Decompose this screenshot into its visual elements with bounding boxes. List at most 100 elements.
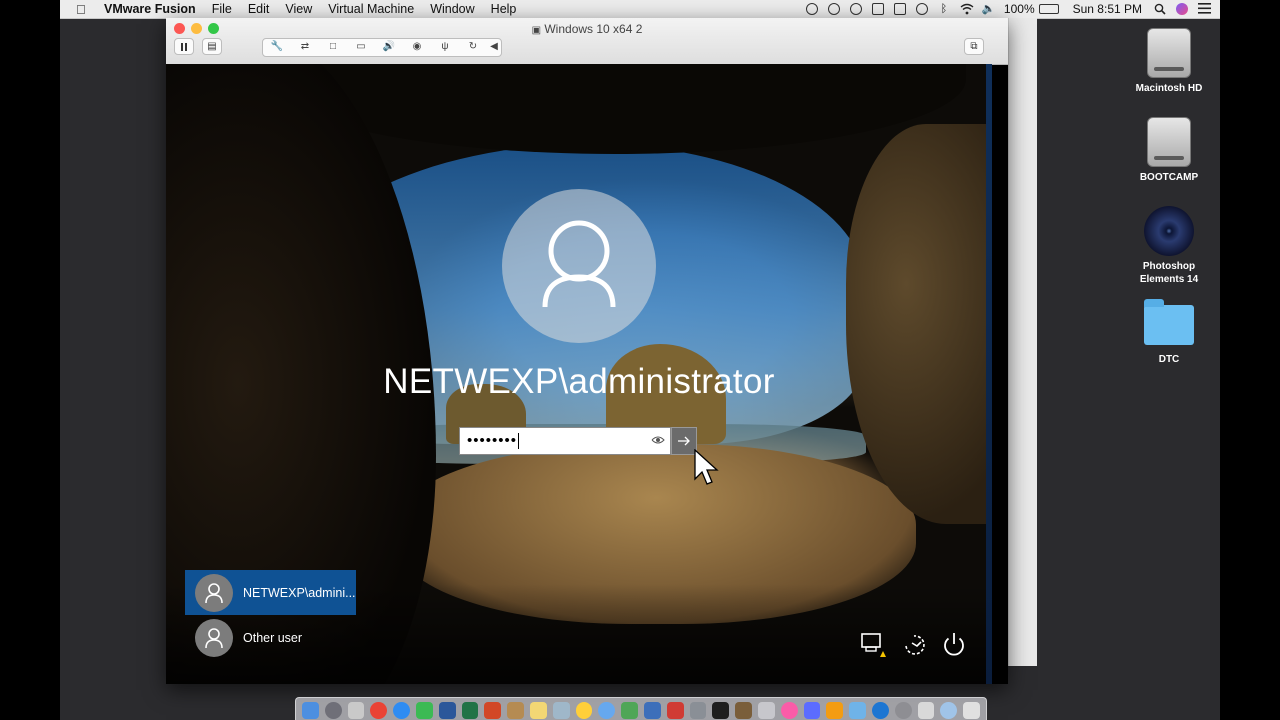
facetime-icon[interactable] xyxy=(621,701,638,719)
battery-icon[interactable] xyxy=(1038,4,1059,14)
google-drive-icon[interactable] xyxy=(415,701,433,719)
network-warning-icon[interactable] xyxy=(860,630,888,658)
user-tile-label: NETWEXP\admini... xyxy=(243,585,356,600)
floppy-icon[interactable]: □ xyxy=(319,39,347,54)
record-status-icon[interactable] xyxy=(805,3,818,15)
login-username: NETWEXP\administrator xyxy=(383,362,775,401)
itunes-icon[interactable] xyxy=(780,701,798,719)
menu-view[interactable]: View xyxy=(285,2,312,16)
desktop-icon-label: Macintosh HD xyxy=(1135,83,1203,94)
hard-drive-icon xyxy=(1147,28,1191,78)
apple-menu-icon[interactable]:  xyxy=(76,2,90,17)
mac-desktop:  VMware Fusion File Edit View Virtual M… xyxy=(60,0,1220,720)
toolbar-collapse-arrow-icon[interactable]: ◀ xyxy=(487,39,501,54)
system-preferences-icon[interactable] xyxy=(894,701,912,719)
desktop-icon-bootcamp[interactable]: BOOTCAMP xyxy=(1119,117,1219,184)
ibooks-icon[interactable] xyxy=(803,701,821,719)
ease-of-access-icon[interactable] xyxy=(900,630,928,658)
notification-center-icon[interactable] xyxy=(1198,3,1211,15)
app-store-icon[interactable] xyxy=(849,701,866,719)
chrome-icon[interactable] xyxy=(370,701,388,719)
siri-icon[interactable] xyxy=(1176,3,1188,15)
network-arrows-icon[interactable]: ⇄ xyxy=(291,39,319,54)
bluetooth-icon[interactable]: ᛒ xyxy=(938,3,950,15)
sound-icon[interactable]: 🔊 xyxy=(375,39,403,54)
powerpoint-icon[interactable] xyxy=(484,701,502,719)
stickies-icon[interactable] xyxy=(529,701,547,719)
desktop-icon-macintosh-hd[interactable]: Macintosh HD xyxy=(1119,28,1219,95)
vm-file-icon: ▣ xyxy=(531,25,542,36)
disc-image-icon xyxy=(1144,206,1194,256)
user-avatar xyxy=(502,189,656,343)
user-tile-other-user[interactable]: Other user xyxy=(185,615,356,660)
mac-dock xyxy=(295,697,987,720)
window-title: ▣ Windows 10 x64 2 xyxy=(166,22,1008,36)
spotlight-search-icon[interactable] xyxy=(1154,3,1166,15)
terminal-icon[interactable] xyxy=(712,701,730,719)
drive-status-icon[interactable] xyxy=(871,3,884,15)
user-silhouette-icon xyxy=(542,220,616,308)
books-icon[interactable] xyxy=(826,701,844,719)
wifi-icon[interactable] xyxy=(960,3,974,15)
time-machine-icon[interactable] xyxy=(915,3,928,15)
messages-icon[interactable] xyxy=(598,701,616,719)
word-icon[interactable] xyxy=(438,701,456,719)
notes-icon[interactable] xyxy=(507,701,524,719)
text-caret xyxy=(518,433,520,450)
user-tile-administrator[interactable]: NETWEXP\admini... xyxy=(185,570,356,615)
cloud-sync-icon[interactable] xyxy=(827,3,840,15)
desktop-icon-photoshop-elements[interactable]: Photoshop Elements 14 xyxy=(1119,206,1219,286)
utility-icon[interactable] xyxy=(757,701,775,719)
siri-dock-icon[interactable] xyxy=(324,701,342,719)
power-icon[interactable] xyxy=(940,630,968,658)
creative-cloud-icon[interactable] xyxy=(849,3,862,15)
safari-icon[interactable] xyxy=(393,701,410,719)
user-tile-label: Other user xyxy=(243,630,303,645)
arrow-right-icon xyxy=(678,436,690,446)
menu-edit[interactable]: Edit xyxy=(248,2,270,16)
mouse-cursor-icon xyxy=(694,448,720,487)
menu-clock[interactable]: Sun 8:51 PM xyxy=(1073,2,1142,16)
desktop-icon-dtc[interactable]: DTC xyxy=(1119,299,1219,366)
snapshot-button[interactable]: ▤ xyxy=(202,38,222,55)
remote-desktop-icon[interactable] xyxy=(643,701,661,719)
desktop-icon-label: DTC xyxy=(1158,354,1180,365)
battery-percent[interactable]: 100% xyxy=(1004,2,1035,16)
volume-icon[interactable]: 🔈 xyxy=(982,3,996,15)
app-icon[interactable] xyxy=(735,701,752,719)
menu-help[interactable]: Help xyxy=(491,2,517,16)
sharing-icon[interactable]: ↻ xyxy=(459,39,487,54)
vm-toolbar-group: 🔧 ⇄ □ ▭ 🔊 ◉ ψ ↻ ◀ xyxy=(262,38,502,57)
folder-icon xyxy=(1144,299,1194,345)
password-mask: •••••••• xyxy=(467,432,518,449)
login-system-icons xyxy=(848,630,968,658)
settings-wrench-icon[interactable]: 🔧 xyxy=(263,39,291,54)
camera-icon[interactable]: ◉ xyxy=(403,39,431,54)
screen-sharing-icon[interactable] xyxy=(666,701,684,719)
vmware-status-icon[interactable] xyxy=(893,3,906,15)
menu-file[interactable]: File xyxy=(212,2,232,16)
downloads-icon[interactable] xyxy=(940,701,958,719)
app-menu[interactable]: VMware Fusion xyxy=(104,2,196,16)
excel-icon[interactable] xyxy=(461,701,479,719)
usb-icon[interactable]: ψ xyxy=(431,39,459,54)
launchpad-icon[interactable] xyxy=(347,701,365,719)
reveal-password-eye-icon[interactable] xyxy=(651,433,665,447)
trash-icon[interactable] xyxy=(963,701,980,719)
finder-icon[interactable] xyxy=(302,701,319,719)
window-title-text: Windows 10 x64 2 xyxy=(544,22,643,36)
password-input[interactable]: •••••••• xyxy=(459,427,671,455)
vmware-window: ▣ Windows 10 x64 2 ▤ 🔧 ⇄ □ ▭ 🔊 ◉ ψ ↻ ◀ ⧉… xyxy=(166,18,1008,684)
unity-view-button[interactable]: ⧉ xyxy=(964,38,984,55)
menu-virtual-machine[interactable]: Virtual Machine xyxy=(328,2,414,16)
mac-menu-bar:  VMware Fusion File Edit View Virtual M… xyxy=(60,0,1220,19)
menu-window[interactable]: Window xyxy=(430,2,474,16)
document-icon[interactable] xyxy=(917,701,935,719)
vmware-fusion-icon[interactable] xyxy=(689,701,707,719)
screen-edge xyxy=(986,64,992,684)
preview-icon[interactable] xyxy=(552,701,570,719)
photos-icon[interactable] xyxy=(575,701,593,719)
app-store-a-icon[interactable] xyxy=(871,701,889,719)
suspend-vm-button[interactable] xyxy=(174,38,194,55)
printer-icon[interactable]: ▭ xyxy=(347,39,375,54)
